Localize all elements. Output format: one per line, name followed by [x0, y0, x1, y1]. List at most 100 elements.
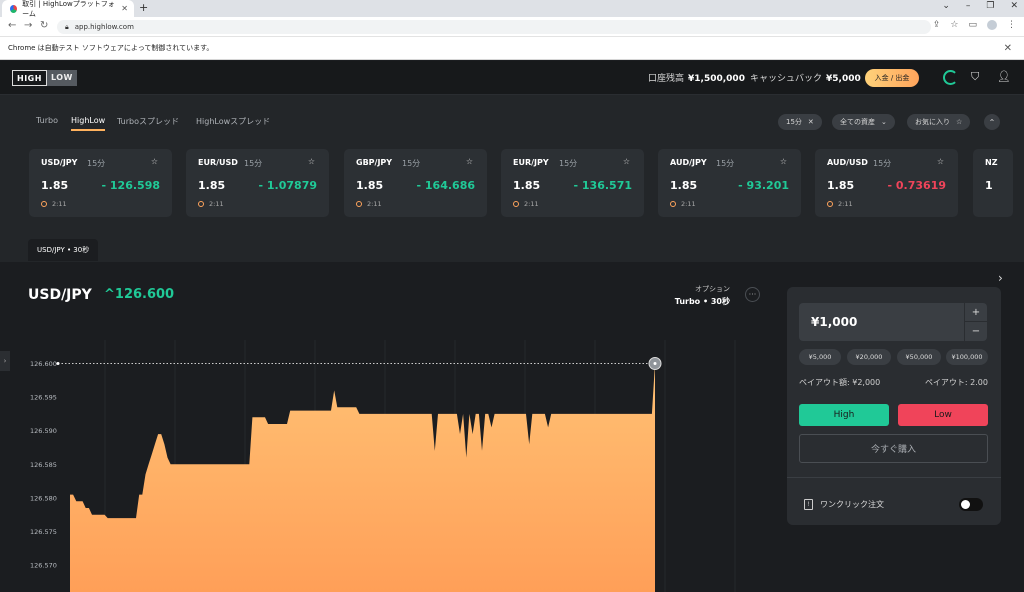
asset-card-aud-jpy[interactable]: AUD/JPY 15分 ☆ 1.85 - 93.201 2:11	[658, 149, 801, 217]
card-pair: EUR/JPY	[513, 158, 549, 167]
card-payout: 1.85	[356, 179, 384, 192]
quick-amount-20000[interactable]: ¥20,000	[847, 349, 891, 365]
new-tab-icon[interactable]: +	[139, 1, 148, 14]
one-click-icon: !	[804, 499, 813, 510]
high-button[interactable]: High	[799, 404, 889, 426]
investment-amount-field[interactable]: ¥1,000 + −	[799, 303, 987, 341]
chevron-right-icon[interactable]: ›	[998, 271, 1003, 285]
menu-kebab-icon[interactable]: ⋮	[1007, 20, 1016, 30]
asset-card-gbp-jpy[interactable]: GBP/JPY 15分 ☆ 1.85 - 164.686 2:11	[344, 149, 487, 217]
y-tick-label: 126.595	[30, 394, 57, 402]
asset-card-nz[interactable]: NZ 1	[973, 149, 1013, 217]
card-duration: 15分	[873, 159, 892, 168]
side-panel-icon[interactable]: ▭	[968, 20, 977, 30]
chevron-down-icon[interactable]: ⌄	[942, 1, 950, 11]
card-timer: 2:11	[356, 200, 382, 208]
collapse-chevron-up-icon[interactable]: ⌃	[984, 114, 1000, 130]
deposit-withdraw-button[interactable]: 入金 / 出金	[865, 69, 919, 87]
timer-icon	[356, 201, 362, 207]
tab-title: 取引 | HighLowプラットフォーム	[22, 0, 115, 18]
card-pair: USD/JPY	[41, 158, 78, 167]
y-tick-label: 126.600	[30, 360, 57, 368]
forward-icon[interactable]: →	[24, 20, 32, 31]
profile-avatar[interactable]	[987, 20, 997, 30]
one-click-label: ワンクリック注文	[820, 500, 884, 509]
favorites-filter[interactable]: お気に入り ☆	[907, 114, 971, 130]
card-timer: 2:11	[513, 200, 539, 208]
tab-turbo-spread[interactable]: Turboスプレッド	[117, 116, 179, 127]
assets-dropdown[interactable]: 全ての資産 ⌄	[832, 114, 895, 130]
payout-amount: ペイアウト額: ¥2,000	[799, 378, 881, 387]
card-pair: AUD/USD	[827, 158, 868, 167]
quick-amount-5000[interactable]: ¥5,000	[799, 349, 841, 365]
close-tab-icon[interactable]: ✕	[121, 4, 128, 13]
card-payout: 1.85	[198, 179, 226, 192]
quick-amount-100000[interactable]: ¥100,000	[946, 349, 988, 365]
back-icon[interactable]: ←	[8, 20, 16, 31]
balance-label: 口座残高	[648, 74, 685, 84]
favorites-label: お気に入り	[915, 118, 950, 126]
browser-tab[interactable]: 取引 | HighLowプラットフォーム ✕	[2, 0, 134, 18]
price-chart[interactable]: 126.600 126.595 126.590 126.585 126.580 126.5…	[0, 340, 760, 592]
one-click-toggle[interactable]	[959, 498, 983, 511]
option-value: Turbo • 30秒	[674, 297, 730, 306]
timer-icon	[670, 201, 676, 207]
card-timer: 2:11	[670, 200, 696, 208]
minimize-icon[interactable]: –	[966, 1, 971, 11]
bookmark-star-icon[interactable]: ☆	[950, 20, 958, 30]
asset-card-aud-usd[interactable]: AUD/USD 15分 ☆ 1.85 - 0.73619 2:11	[815, 149, 958, 217]
timer-ring-icon[interactable]	[943, 70, 958, 85]
current-price-marker-center	[653, 362, 657, 366]
timer-icon	[198, 201, 204, 207]
current-price: ^126.600	[104, 287, 175, 302]
favorite-star-icon[interactable]: ☆	[151, 157, 158, 166]
user-icon[interactable]: 👤︎	[997, 70, 1011, 83]
increase-amount-button[interactable]: +	[964, 303, 987, 322]
card-duration: 15分	[402, 159, 421, 168]
card-payout: 1	[985, 179, 993, 192]
reload-icon[interactable]: ↻	[40, 20, 48, 31]
lock-icon: 🔒︎	[65, 22, 69, 31]
y-tick-label: 126.570	[30, 562, 57, 570]
duration-filter[interactable]: 15分 ✕	[778, 114, 822, 130]
url-bar[interactable]: 🔒︎ app.highlow.com	[57, 20, 931, 34]
close-window-icon[interactable]: ✕	[1010, 1, 1018, 11]
favorite-star-icon[interactable]: ☆	[937, 157, 944, 166]
decrease-amount-button[interactable]: −	[964, 322, 987, 341]
share-icon[interactable]: ⇪	[933, 20, 941, 30]
card-time: 2:11	[524, 200, 539, 208]
buy-now-button[interactable]: 今すぐ購入	[799, 434, 988, 463]
asset-card-usd-jpy[interactable]: USD/JPY 15分 ☆ 1.85 - 126.598 2:11	[29, 149, 172, 217]
more-options-icon[interactable]: ···	[745, 287, 760, 302]
tab-turbo[interactable]: Turbo	[36, 116, 58, 125]
investment-amount: ¥1,000	[811, 315, 858, 329]
favorite-star-icon[interactable]: ☆	[466, 157, 473, 166]
favorite-star-icon[interactable]: ☆	[308, 157, 315, 166]
clear-filter-icon[interactable]: ✕	[808, 118, 814, 126]
card-rate: - 164.686	[416, 179, 476, 192]
asset-card-eur-jpy[interactable]: EUR/JPY 15分 ☆ 1.85 - 136.571 2:11	[501, 149, 644, 217]
maximize-icon[interactable]: ❐	[986, 1, 994, 11]
highlow-logo[interactable]: HIGH LOW	[12, 70, 77, 86]
close-infobar-icon[interactable]: ✕	[1004, 43, 1012, 54]
asset-card-eur-usd[interactable]: EUR/USD 15分 ☆ 1.85 - 1.07879 2:11	[186, 149, 329, 217]
price-line-start-dot	[56, 362, 60, 366]
card-payout: 1.85	[513, 179, 541, 192]
y-tick-label: 126.590	[30, 427, 57, 435]
card-duration: 15分	[559, 159, 578, 168]
timer-icon	[41, 201, 47, 207]
card-timer: 2:11	[41, 200, 67, 208]
chart-asset-title: USD/JPY	[28, 287, 92, 303]
tab-highlow[interactable]: HighLow	[71, 116, 106, 131]
tab-highlow-spread[interactable]: HighLowスプレッド	[196, 116, 270, 127]
quick-amount-50000[interactable]: ¥50,000	[897, 349, 941, 365]
notification-pin-icon[interactable]: ⛉	[971, 70, 979, 84]
favorite-star-icon[interactable]: ☆	[780, 157, 787, 166]
low-button[interactable]: Low	[898, 404, 988, 426]
card-time: 2:11	[838, 200, 853, 208]
card-rate: - 136.571	[573, 179, 633, 192]
active-trade-chip[interactable]: USD/JPY • 30秒	[28, 239, 99, 261]
duration-filter-label: 15分	[786, 118, 802, 126]
favorite-star-icon[interactable]: ☆	[623, 157, 630, 166]
app-header: HIGH LOW 口座残高 ¥1,500,000 キャッシュバック ¥5,000 入…	[0, 61, 1024, 95]
